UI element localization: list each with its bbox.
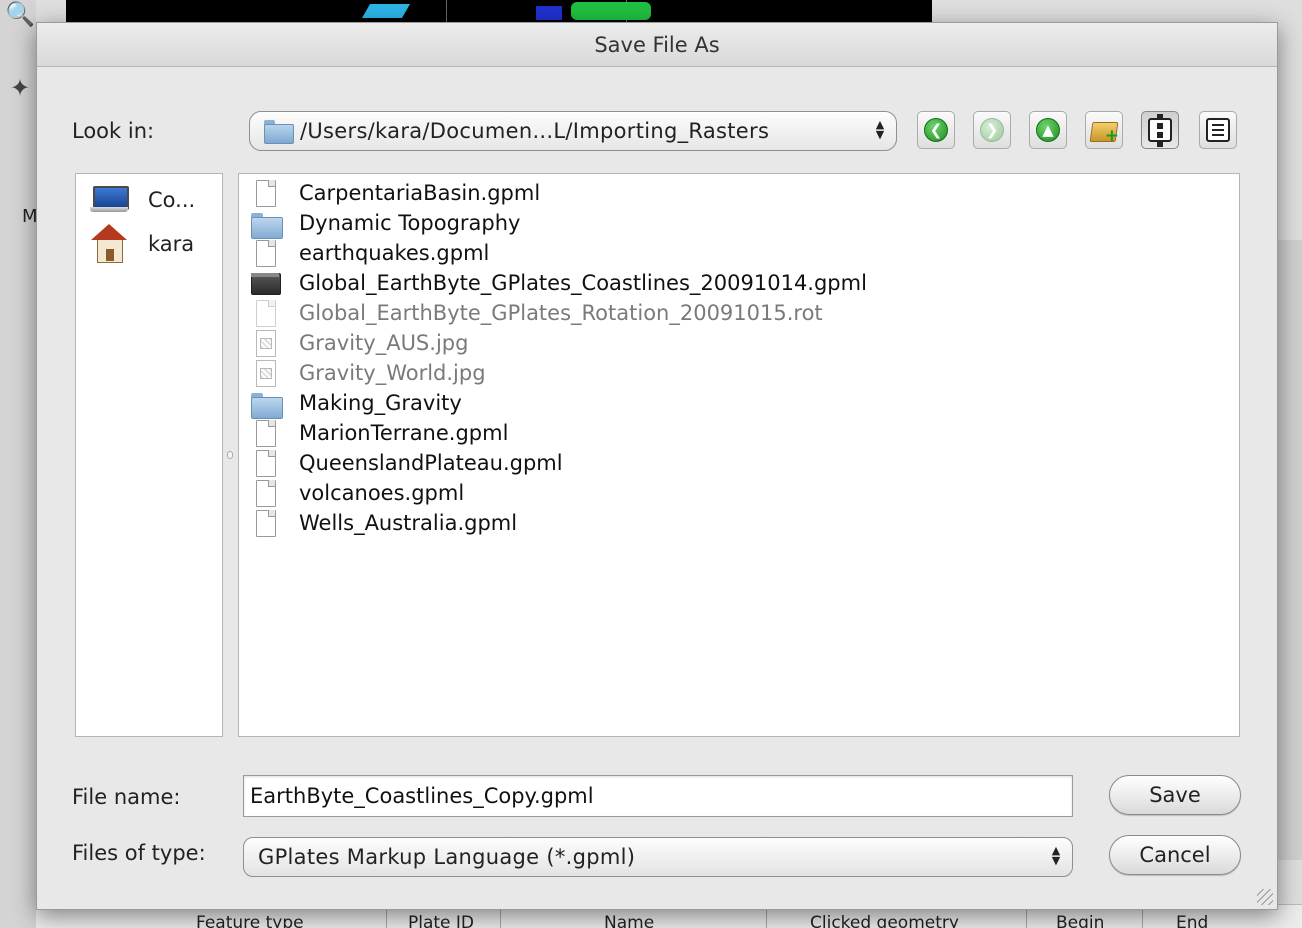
- zoom-tool-icon: 🔍: [5, 0, 35, 28]
- file-name: Global_EarthByte_GPlates_Coastlines_2009…: [299, 271, 867, 295]
- back-arrow-icon: ❮: [924, 118, 948, 142]
- col-begin: Begin: [1056, 913, 1105, 928]
- package-icon: [251, 269, 281, 297]
- image-file-icon: [251, 359, 277, 387]
- forward-arrow-icon: ❯: [980, 118, 1004, 142]
- document-icon: [251, 239, 277, 267]
- file-list-item[interactable]: Dynamic Topography: [251, 208, 521, 239]
- file-name: Making_Gravity: [299, 391, 462, 415]
- combo-arrows-icon: ▲ ▼: [1051, 844, 1061, 867]
- file-type-label: Files of type:: [72, 841, 206, 865]
- image-file-icon: [251, 329, 277, 357]
- file-name: volcanoes.gpml: [299, 481, 465, 505]
- places-sidebar: Co... kara: [75, 173, 223, 737]
- up-arrow-icon: ▲: [1036, 118, 1060, 142]
- document-icon: [251, 419, 277, 447]
- file-type-combo[interactable]: GPlates Markup Language (*.gpml) ▲ ▼: [243, 837, 1073, 877]
- file-list-item[interactable]: Gravity_World.jpg: [251, 358, 486, 388]
- folder-icon: [251, 389, 283, 419]
- file-list-item[interactable]: earthquakes.gpml: [251, 238, 489, 268]
- file-name-input[interactable]: [243, 775, 1073, 817]
- look-in-combo[interactable]: /Users/kara/Documen...L/Importing_Raster…: [249, 111, 897, 151]
- new-folder-button[interactable]: [1085, 111, 1123, 149]
- list-view-button[interactable]: [1141, 111, 1179, 149]
- place-home[interactable]: kara: [90, 224, 195, 264]
- file-list-item[interactable]: Making_Gravity: [251, 388, 462, 419]
- file-list-item[interactable]: Gravity_AUS.jpg: [251, 328, 468, 358]
- dialog-titlebar[interactable]: Save File As: [37, 23, 1277, 67]
- background-side-panel: [1276, 240, 1302, 860]
- file-list-item[interactable]: volcanoes.gpml: [251, 478, 464, 508]
- look-in-row: Look in: /Users/kara/Documen...L/Importi…: [37, 109, 1277, 153]
- file-list-item[interactable]: Global_EarthByte_GPlates_Coastlines_2009…: [251, 268, 867, 298]
- look-in-label: Look in:: [72, 119, 155, 143]
- col-end: End: [1176, 913, 1209, 928]
- file-name: Wells_Australia.gpml: [299, 511, 518, 535]
- file-name: Global_EarthByte_GPlates_Rotation_200910…: [299, 301, 823, 325]
- file-list-item[interactable]: Global_EarthByte_GPlates_Rotation_200910…: [251, 298, 823, 328]
- home-icon: [90, 224, 128, 264]
- file-list-item[interactable]: Wells_Australia.gpml: [251, 508, 517, 538]
- document-icon: [251, 509, 277, 537]
- document-icon: [251, 479, 277, 507]
- cancel-button[interactable]: Cancel: [1109, 835, 1241, 875]
- resize-grip-icon[interactable]: [1257, 889, 1273, 905]
- file-type-value: GPlates Markup Language (*.gpml): [258, 845, 636, 869]
- col-feature-type: Feature type: [196, 913, 304, 928]
- folder-icon: [264, 120, 294, 144]
- place-label: kara: [148, 232, 195, 256]
- col-name: Name: [604, 913, 655, 928]
- forward-button[interactable]: ❯: [973, 111, 1011, 149]
- col-plate-id: Plate ID: [408, 913, 475, 928]
- dialog-title: Save File As: [594, 32, 720, 57]
- file-list: CarpentariaBasin.gpml Dynamic Topography…: [238, 173, 1240, 737]
- new-folder-icon: [1091, 118, 1119, 146]
- computer-icon: [90, 186, 129, 214]
- document-icon: [251, 449, 277, 477]
- col-clicked-geometry: Clicked geometry: [810, 913, 959, 928]
- document-icon: [251, 299, 277, 327]
- place-label: Co...: [148, 188, 196, 212]
- file-name: earthquakes.gpml: [299, 241, 490, 265]
- save-button[interactable]: Save: [1109, 775, 1241, 815]
- up-folder-button[interactable]: ▲: [1029, 111, 1067, 149]
- file-name: Dynamic Topography: [299, 211, 521, 235]
- place-computer[interactable]: Co...: [90, 182, 195, 218]
- file-name: Gravity_AUS.jpg: [299, 331, 469, 355]
- file-name: QueenslandPlateau.gpml: [299, 451, 563, 475]
- folder-icon: [251, 209, 283, 239]
- back-button[interactable]: ❮: [917, 111, 955, 149]
- details-view-button[interactable]: [1199, 111, 1237, 149]
- file-list-item[interactable]: MarionTerrane.gpml: [251, 418, 508, 448]
- details-view-icon: [1206, 118, 1230, 142]
- file-name: Gravity_World.jpg: [299, 361, 486, 385]
- file-list-item[interactable]: CarpentariaBasin.gpml: [251, 178, 540, 208]
- drag-tool-icon: ✦: [9, 74, 31, 102]
- file-name: CarpentariaBasin.gpml: [299, 181, 541, 205]
- background-toolbar: 🔍 ✦: [0, 0, 36, 928]
- save-file-dialog: Save File As Look in: /Users/kara/Docume…: [36, 22, 1278, 910]
- split-pane-handle[interactable]: [227, 451, 233, 459]
- document-icon: [251, 179, 277, 207]
- globe-view: [66, 0, 932, 24]
- list-view-icon: [1148, 113, 1172, 147]
- file-list-item[interactable]: QueenslandPlateau.gpml: [251, 448, 563, 478]
- combo-arrows-icon: ▲ ▼: [875, 118, 885, 141]
- look-in-path: /Users/kara/Documen...L/Importing_Raster…: [300, 119, 770, 143]
- file-name-label: File name:: [72, 785, 181, 809]
- file-name: MarionTerrane.gpml: [299, 421, 509, 445]
